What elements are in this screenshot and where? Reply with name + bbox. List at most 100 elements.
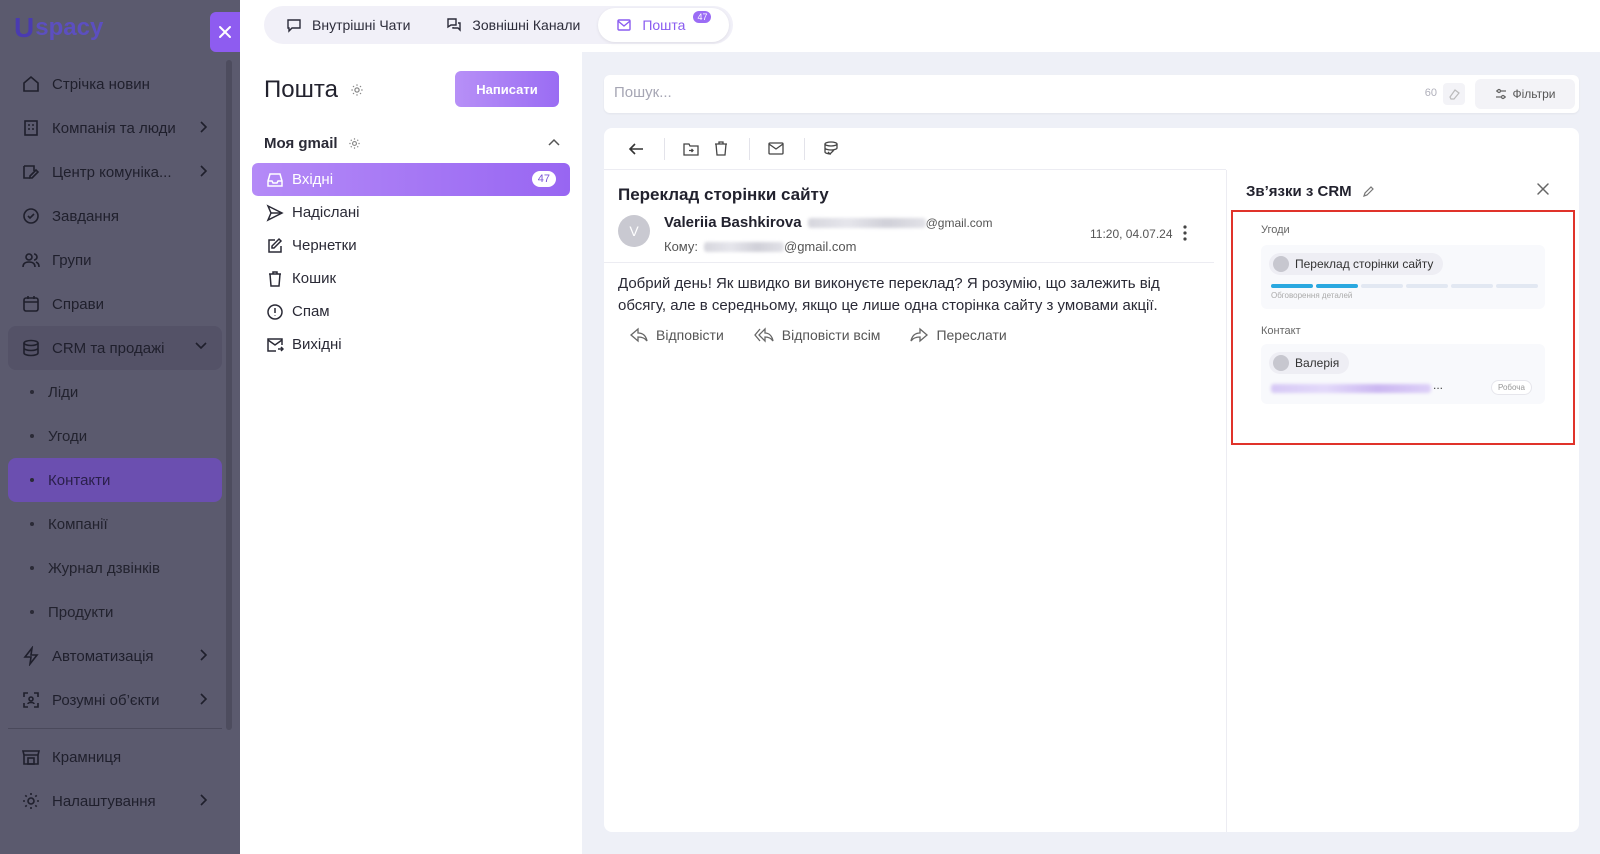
bolt-icon — [20, 645, 42, 667]
forward-button[interactable]: Переслати — [910, 327, 1007, 343]
envelope-icon — [617, 19, 632, 31]
trash-icon — [269, 270, 281, 287]
close-crm-panel-button[interactable] — [1536, 182, 1550, 201]
pencil-icon[interactable] — [1362, 185, 1375, 198]
compose-button[interactable]: Написати — [455, 71, 559, 107]
tab-internal-chats[interactable]: Внутрішні Чати — [268, 8, 428, 42]
pipeline-stage — [1271, 284, 1313, 288]
toolbar-divider — [749, 137, 750, 160]
close-icon — [1537, 183, 1549, 195]
contact-label: Контакт — [1261, 325, 1301, 337]
sender-line: Valeriia Bashkirova @gmail.com — [664, 214, 992, 231]
sidebar-item-smart-objects[interactable]: Розумні об’єкти — [8, 678, 222, 722]
sidebar-item-affairs[interactable]: Справи — [8, 282, 222, 326]
pipeline-stage — [1316, 284, 1358, 288]
calendar-icon — [20, 293, 42, 315]
sidebar-subitem-call-log[interactable]: Журнал дзвінків — [8, 546, 222, 590]
reply-icon — [630, 327, 648, 343]
deal-avatar-icon — [1273, 256, 1289, 272]
sidebar-subitem-contacts[interactable]: Контакти — [8, 458, 222, 502]
sidebar-item-groups[interactable]: Групи — [8, 238, 222, 282]
search-input[interactable] — [614, 84, 1394, 101]
deal-chip[interactable]: Переклад сторінки сайту — [1269, 253, 1444, 275]
folder-trash[interactable]: Кошик — [252, 262, 570, 295]
send-icon — [266, 203, 284, 222]
channel-tabs: Внутрішні Чати Зовнішні Канали Пошта 47 — [264, 6, 734, 44]
deals-label: Угоди — [1261, 224, 1290, 236]
sidebar-item-company[interactable]: Компанія та люди — [8, 106, 222, 150]
mail-account-header[interactable]: Моя gmail — [264, 132, 560, 154]
more-options-button[interactable] — [1182, 224, 1188, 247]
tab-external-channels[interactable]: Зовнішні Канали — [428, 8, 598, 42]
chevron-down-icon — [195, 342, 207, 350]
deal-stage-label: Обговорення деталей — [1271, 291, 1353, 300]
back-button[interactable] — [622, 135, 650, 163]
sidebar-item-news[interactable]: Стрічка новин — [8, 62, 222, 106]
gear-icon[interactable] — [350, 83, 364, 97]
mail-timestamp: 11:20, 04.07.24 — [1090, 227, 1173, 241]
app-logo[interactable]: Uspacy — [14, 10, 103, 46]
chat-bubbles-icon — [447, 18, 462, 32]
clear-search-button[interactable] — [1443, 83, 1465, 105]
folder-list: Вхідні 47 Надіслані Чернетки Кошик Спам … — [252, 163, 570, 361]
sidebar-item-crm[interactable]: CRM та продажі — [8, 326, 222, 370]
sidebar-item-settings[interactable]: Налаштування — [8, 779, 222, 823]
toolbar-divider — [804, 137, 805, 160]
gear-icon — [20, 790, 42, 812]
tab-mail[interactable]: Пошта 47 — [598, 8, 730, 42]
sidebar-item-automation[interactable]: Автоматизація — [8, 634, 222, 678]
page-title: Пошта — [264, 76, 364, 104]
delete-button[interactable] — [707, 135, 735, 163]
sender-name[interactable]: Valeriia Bashkirova — [664, 214, 802, 231]
database-icon — [20, 337, 42, 359]
sender-email: @gmail.com — [807, 216, 992, 230]
header-divider — [604, 262, 1214, 263]
folder-sent[interactable]: Надіслані — [252, 196, 570, 229]
scan-icon — [20, 689, 42, 711]
sidebar-subitem-leads[interactable]: Ліди — [8, 370, 222, 414]
chevron-right-icon — [200, 794, 208, 806]
trash-icon — [715, 141, 727, 156]
reply-button[interactable]: Відповісти — [630, 327, 724, 343]
sidebar: Uspacy Стрічка новин Компанія та люди Це… — [0, 0, 240, 854]
reply-all-button[interactable]: Відповісти всім — [753, 327, 880, 343]
mark-unread-button[interactable] — [762, 135, 790, 163]
users-icon — [20, 249, 42, 271]
deal-card[interactable]: Переклад сторінки сайту Обговорення дета… — [1261, 245, 1545, 309]
mail-subject: Переклад сторінки сайту — [618, 185, 829, 204]
sidebar-subitem-companies[interactable]: Компанії — [8, 502, 222, 546]
sidebar-scrollbar[interactable] — [226, 60, 232, 730]
crm-links-button[interactable] — [817, 135, 845, 163]
sidebar-item-communications[interactable]: Центр комуніка... — [8, 150, 222, 194]
chevron-up-icon[interactable] — [548, 138, 560, 146]
reply-all-icon — [753, 327, 774, 343]
sliders-icon — [1495, 88, 1506, 100]
sidebar-item-store[interactable]: Крамниця — [8, 735, 222, 779]
filters-button[interactable]: Фільтри — [1475, 79, 1575, 109]
close-icon — [219, 26, 231, 38]
alert-circle-icon — [267, 303, 283, 320]
chevron-right-icon — [200, 121, 208, 133]
folder-inbox[interactable]: Вхідні 47 — [252, 163, 570, 196]
chat-edit-icon — [20, 161, 42, 183]
sidebar-item-tasks[interactable]: Завдання — [8, 194, 222, 238]
sidebar-subitem-deals[interactable]: Угоди — [8, 414, 222, 458]
mail-actions: Відповісти Відповісти всім Переслати — [630, 327, 1037, 343]
pipeline-stage — [1451, 284, 1493, 288]
folder-outbox[interactable]: Вихідні — [252, 328, 570, 361]
recipient-line: Кому: @gmail.com — [664, 239, 857, 254]
check-circle-icon — [20, 205, 42, 227]
close-overlay-button[interactable] — [210, 12, 240, 52]
contact-card[interactable]: Валерія ... Робоча — [1261, 344, 1545, 404]
folder-spam[interactable]: Спам — [252, 295, 570, 328]
recipient-email-domain: @gmail.com — [784, 239, 857, 254]
envelope-icon — [768, 142, 784, 155]
redacted-text — [807, 217, 926, 228]
move-to-folder-button[interactable] — [677, 135, 705, 163]
redacted-text — [704, 241, 784, 252]
folder-drafts[interactable]: Чернетки — [252, 229, 570, 262]
gear-icon[interactable] — [348, 137, 361, 150]
mail-out-icon — [267, 337, 284, 352]
contact-chip[interactable]: Валерія — [1269, 352, 1350, 374]
sidebar-subitem-products[interactable]: Продукти — [8, 590, 222, 634]
